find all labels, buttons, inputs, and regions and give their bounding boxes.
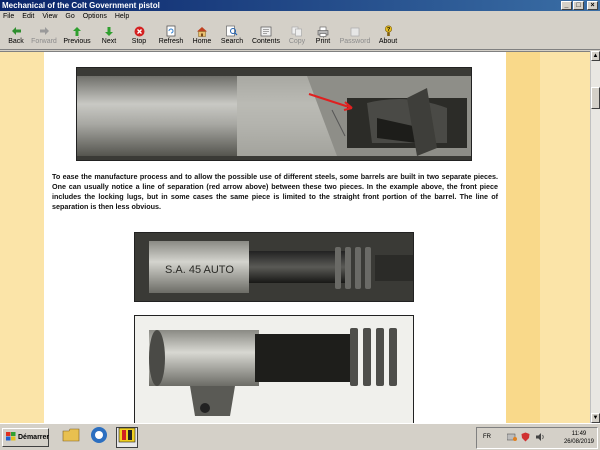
next-label: Next [101, 38, 117, 45]
search-button[interactable]: Search [216, 23, 248, 49]
menu-options[interactable]: Options [83, 11, 107, 23]
vertical-scrollbar[interactable]: ▲ ▼ [590, 51, 600, 423]
down-arrow-icon [103, 25, 115, 37]
clock-date: 26/08/2019 [563, 439, 594, 445]
system-tray: FR 11:49 26/08/2019 [476, 427, 598, 449]
menu-file[interactable]: File [3, 11, 14, 23]
barrel-photo-3 [134, 315, 414, 423]
password-icon [349, 25, 361, 37]
home-button[interactable]: Home [188, 23, 216, 49]
refresh-icon [165, 25, 177, 37]
search-label: Search [220, 38, 244, 45]
forward-button[interactable]: Forward [28, 23, 60, 49]
print-label: Print [315, 38, 331, 45]
home-label: Home [192, 38, 212, 45]
toolbar: Back Forward Previous Next Stop Refresh [0, 23, 600, 50]
window-controls: _ □ × [561, 1, 598, 10]
volume-icon[interactable] [535, 432, 545, 444]
menu-edit[interactable]: Edit [22, 11, 34, 23]
menu-help[interactable]: Help [115, 11, 129, 23]
barrel-photo-1 [76, 67, 472, 161]
window-title: Mechanical of the Colt Government pistol [2, 1, 160, 10]
stop-label: Stop [131, 38, 147, 45]
about-icon: ? [382, 25, 394, 37]
barrel-image-2: S.A. 45 AUTO [135, 233, 413, 301]
back-button[interactable]: Back [4, 23, 28, 49]
start-button[interactable]: Démarrer [2, 428, 49, 447]
scroll-down-button[interactable]: ▼ [591, 413, 600, 423]
forward-arrow-icon [38, 25, 50, 37]
active-window-task[interactable] [116, 427, 138, 448]
language-indicator[interactable]: FR [483, 434, 491, 440]
about-label: About [378, 38, 398, 45]
refresh-button[interactable]: Refresh [154, 23, 188, 49]
contents-label: Contents [251, 38, 281, 45]
explorer-quicklaunch[interactable] [60, 427, 82, 448]
minimize-button[interactable]: _ [561, 1, 572, 10]
stop-button[interactable]: Stop [124, 23, 154, 49]
content-viewport[interactable]: To ease the manufacture process and to a… [0, 51, 590, 423]
folder-icon [62, 427, 80, 448]
refresh-label: Refresh [158, 38, 184, 45]
barrel-image-3 [135, 316, 413, 423]
print-icon [317, 25, 329, 37]
app-circle-icon [90, 426, 108, 449]
right-decor-band-outer [540, 52, 590, 423]
copy-button[interactable]: Copy [284, 23, 310, 49]
right-decor-band [506, 52, 540, 423]
forward-label: Forward [31, 38, 57, 45]
menu-view[interactable]: View [42, 11, 57, 23]
separation-paragraph: To ease the manufacture process and to a… [52, 172, 498, 211]
password-button[interactable]: Password [336, 23, 374, 49]
menu-go[interactable]: Go [65, 11, 74, 23]
shield-icon[interactable] [521, 432, 530, 444]
title-bar: Mechanical of the Colt Government pistol… [0, 0, 600, 11]
app-quicklaunch[interactable] [88, 427, 110, 448]
barrel-photo-2: S.A. 45 AUTO [134, 232, 414, 302]
stop-icon [133, 25, 145, 37]
back-arrow-icon [10, 25, 22, 37]
start-label: Démarrer [18, 434, 50, 441]
print-button[interactable]: Print [310, 23, 336, 49]
up-arrow-icon [71, 25, 83, 37]
close-button[interactable]: × [587, 1, 598, 10]
password-label: Password [339, 38, 371, 45]
taskbar: Démarrer FR 11:49 26/08/2019 [0, 423, 600, 450]
copy-label: Copy [288, 38, 306, 45]
copy-icon [291, 25, 303, 37]
maximize-button[interactable]: □ [573, 1, 584, 10]
windows-logo-icon [6, 432, 16, 443]
home-icon [196, 25, 208, 37]
next-button[interactable]: Next [94, 23, 124, 49]
scroll-thumb[interactable] [591, 87, 600, 109]
barrel-marking: S.A. 45 AUTO [165, 264, 234, 276]
back-label: Back [8, 38, 24, 45]
search-icon [226, 25, 238, 37]
contents-button[interactable]: Contents [248, 23, 284, 49]
clock[interactable]: 11:49 26/08/2019 [564, 430, 594, 446]
clock-time: 11:49 [571, 431, 587, 437]
previous-button[interactable]: Previous [60, 23, 94, 49]
scroll-up-button[interactable]: ▲ [591, 51, 600, 61]
contents-icon [260, 25, 272, 37]
previous-label: Previous [63, 38, 91, 45]
menu-bar: File Edit View Go Options Help [0, 11, 600, 23]
help-window-icon [118, 427, 136, 448]
barrel-image-1 [77, 68, 471, 160]
left-decor-band [0, 52, 44, 423]
network-icon[interactable] [506, 432, 517, 444]
about-button[interactable]: ? About [374, 23, 402, 49]
